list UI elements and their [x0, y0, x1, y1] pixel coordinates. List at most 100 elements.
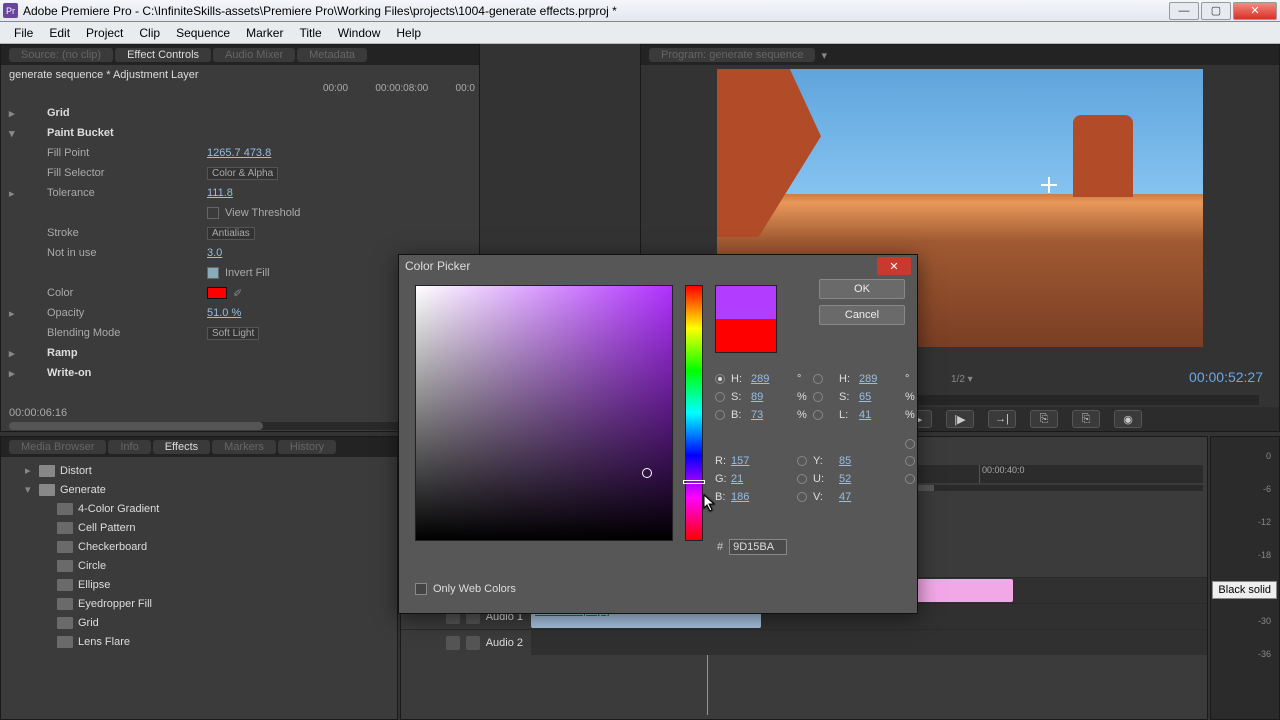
- fx-ramp[interactable]: Ramp: [47, 347, 207, 359]
- radio-s[interactable]: [715, 392, 725, 402]
- checkbox[interactable]: [207, 207, 219, 219]
- tab-history[interactable]: History: [278, 440, 336, 454]
- menu-bar: File Edit Project Clip Sequence Marker T…: [0, 22, 1280, 44]
- value-r[interactable]: 157: [731, 455, 749, 467]
- mute-button[interactable]: [446, 636, 460, 650]
- tab-markers[interactable]: Markers: [212, 440, 276, 454]
- track-audio-2: Audio 2: [401, 629, 1207, 655]
- fx-grid[interactable]: Grid: [47, 107, 207, 119]
- menu-edit[interactable]: Edit: [41, 26, 78, 40]
- close-button[interactable]: ✕: [1233, 2, 1277, 20]
- effects-tree-item[interactable]: Cell Pattern: [7, 518, 391, 537]
- tab-metadata[interactable]: Metadata: [297, 48, 367, 62]
- effects-tree-item[interactable]: Ellipse: [7, 575, 391, 594]
- ok-button[interactable]: OK: [819, 279, 905, 299]
- menu-file[interactable]: File: [6, 26, 41, 40]
- menu-project[interactable]: Project: [78, 26, 131, 40]
- color-picker-dialog: Color Picker ✕ OK Cancel H:289° H:289° S…: [398, 254, 918, 614]
- effects-tree-item[interactable]: Eyedropper Fill: [7, 594, 391, 613]
- tab-media-browser[interactable]: Media Browser: [9, 440, 106, 454]
- export-frame-button[interactable]: ◉: [1114, 410, 1142, 428]
- value-l[interactable]: 41: [859, 409, 903, 421]
- radio-bl[interactable]: [905, 474, 915, 484]
- menu-clip[interactable]: Clip: [131, 26, 168, 40]
- crosshair-icon: [1041, 177, 1057, 193]
- value-u[interactable]: 52: [839, 473, 857, 485]
- cancel-button[interactable]: Cancel: [819, 305, 905, 325]
- hex-input[interactable]: [729, 539, 787, 555]
- extract-button[interactable]: ⎘: [1072, 410, 1100, 428]
- tooltip: Black solid: [1212, 581, 1277, 599]
- opacity-value[interactable]: 51.0 %: [207, 307, 241, 319]
- twirl-icon[interactable]: ▸: [9, 347, 23, 360]
- value-y[interactable]: 85: [839, 455, 857, 467]
- solo-button[interactable]: [466, 636, 480, 650]
- tab-effect-controls[interactable]: Effect Controls: [115, 48, 211, 62]
- effects-tree-item[interactable]: Circle: [7, 556, 391, 575]
- dropdown-icon[interactable]: ▾: [821, 49, 827, 62]
- value-v[interactable]: 47: [839, 491, 857, 503]
- sv-cursor[interactable]: [642, 468, 652, 478]
- twirl-icon[interactable]: ▸: [9, 107, 23, 120]
- tab-source[interactable]: Source: (no clip): [9, 48, 113, 62]
- value-b[interactable]: 73: [751, 409, 795, 421]
- tab-audio-mixer[interactable]: Audio Mixer: [213, 48, 295, 62]
- radio-v[interactable]: [797, 492, 807, 502]
- only-web-colors-checkbox[interactable]: [415, 583, 427, 595]
- eyedropper-icon[interactable]: ✐: [233, 287, 242, 300]
- radio-g[interactable]: [905, 456, 915, 466]
- radio-s2[interactable]: [813, 392, 823, 402]
- tab-effects[interactable]: Effects: [153, 440, 210, 454]
- menu-help[interactable]: Help: [388, 26, 429, 40]
- effects-tree-item[interactable]: 4-Color Gradient: [7, 499, 391, 518]
- effects-tree-item[interactable]: Checkerboard: [7, 537, 391, 556]
- value-h[interactable]: 289: [751, 373, 795, 385]
- menu-marker[interactable]: Marker: [238, 26, 291, 40]
- dialog-title: Color Picker: [405, 259, 470, 273]
- insert-button[interactable]: →|: [988, 410, 1016, 428]
- radio-u[interactable]: [797, 474, 807, 484]
- fill-point-value[interactable]: 1265.7 473.8: [207, 147, 271, 159]
- fx-paint-bucket[interactable]: Paint Bucket: [47, 127, 207, 139]
- dialog-close-button[interactable]: ✕: [877, 257, 911, 275]
- menu-title[interactable]: Title: [291, 26, 329, 40]
- blend-dropdown[interactable]: Soft Light: [207, 327, 259, 340]
- effects-tree-item[interactable]: ▸Distort: [7, 461, 391, 480]
- radio-r[interactable]: [905, 439, 915, 449]
- tab-program[interactable]: Program: generate sequence: [649, 48, 815, 62]
- step-forward-button[interactable]: |▶: [946, 410, 974, 428]
- radio-l[interactable]: [813, 410, 823, 420]
- saturation-value-field[interactable]: [415, 285, 673, 541]
- value-g[interactable]: 21: [731, 473, 749, 485]
- fx-write-on[interactable]: Write-on: [47, 367, 207, 379]
- value-s[interactable]: 89: [751, 391, 795, 403]
- stroke-dropdown[interactable]: Antialias: [207, 227, 255, 240]
- radio-y[interactable]: [797, 456, 807, 466]
- radio-b[interactable]: [715, 410, 725, 420]
- clip-path: generate sequence * Adjustment Layer: [9, 69, 199, 81]
- tab-info[interactable]: Info: [108, 440, 150, 454]
- menu-sequence[interactable]: Sequence: [168, 26, 238, 40]
- twirl-icon[interactable]: ▸: [9, 367, 23, 380]
- color-swatch[interactable]: [207, 287, 227, 299]
- effects-tree-item[interactable]: ▾Generate: [7, 480, 391, 499]
- fill-selector-dropdown[interactable]: Color & Alpha: [207, 167, 278, 180]
- lift-button[interactable]: ⎘: [1030, 410, 1058, 428]
- tolerance-value[interactable]: 111.8: [207, 187, 233, 199]
- maximize-button[interactable]: ▢: [1201, 2, 1231, 20]
- radio-h2[interactable]: [813, 374, 823, 384]
- value-h2[interactable]: 289: [859, 373, 903, 385]
- twirl-icon[interactable]: ▾: [9, 127, 23, 140]
- minimize-button[interactable]: —: [1169, 2, 1199, 20]
- menu-window[interactable]: Window: [330, 26, 389, 40]
- window-titlebar: Pr Adobe Premiere Pro - C:\InfiniteSkill…: [0, 0, 1280, 22]
- checkbox[interactable]: [207, 267, 219, 279]
- value-s2[interactable]: 65: [859, 391, 903, 403]
- hue-slider[interactable]: [685, 285, 703, 541]
- hue-cursor[interactable]: [683, 480, 705, 484]
- effects-tree-item[interactable]: Grid: [7, 613, 391, 632]
- resolution-dropdown[interactable]: 1/2: [951, 374, 965, 385]
- radio-h[interactable]: [715, 374, 725, 384]
- effects-tree-item[interactable]: Lens Flare: [7, 632, 391, 651]
- value-bl[interactable]: 186: [731, 491, 749, 503]
